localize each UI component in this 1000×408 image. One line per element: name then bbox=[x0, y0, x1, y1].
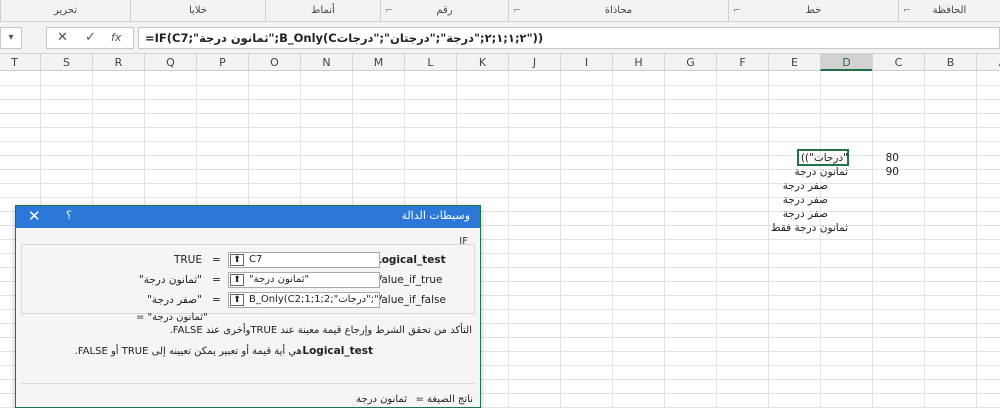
column-header[interactable]: N bbox=[300, 54, 352, 71]
ribbon-group-label: خط bbox=[805, 5, 822, 16]
arg-result: TRUE bbox=[173, 254, 202, 266]
cell-d-text[interactable]: ثمانون درجة فقط bbox=[760, 221, 848, 235]
gridline-horizontal bbox=[0, 85, 1000, 86]
arg-input-logical-test[interactable]: ⬆ C7 bbox=[228, 252, 380, 268]
collapse-up-icon[interactable]: ⬆ bbox=[230, 274, 244, 286]
namebox-dropdown[interactable]: ▾ bbox=[0, 27, 22, 49]
arg-help-label: Logical_test bbox=[302, 345, 373, 357]
column-header[interactable]: B bbox=[924, 54, 976, 71]
formula-input[interactable]: =IF(C7;"ثمانون درجة";B_Only(C٢;١;١;٢;"در… bbox=[138, 27, 1000, 49]
gridline-horizontal bbox=[0, 155, 1000, 156]
ribbon-group-editing: تحرير bbox=[0, 0, 130, 22]
divider bbox=[21, 383, 475, 384]
dialog-launcher-icon[interactable]: ⌐ bbox=[733, 0, 741, 22]
arguments-box: Logical_test ⬆ C7 = TRUE Value_if_true ⬆… bbox=[21, 244, 475, 314]
column-header[interactable]: A bbox=[976, 54, 1000, 71]
ribbon-group-cells: خلايا bbox=[130, 0, 265, 22]
ribbon-group-alignment: ⌐ محاذاة bbox=[508, 0, 728, 22]
ribbon-group-label: خلايا bbox=[189, 5, 207, 16]
gridline-horizontal bbox=[0, 169, 1000, 170]
formula-bar: ▾ ✕ ✓ fx =IF(C7;"ثمانون درجة";B_Only(C٢;… bbox=[0, 22, 1000, 54]
column-header[interactable]: M bbox=[352, 54, 404, 71]
dialog-title: وسيطات الدالة bbox=[401, 209, 470, 222]
equals-sign: = bbox=[212, 274, 221, 286]
insert-function-icon[interactable]: fx bbox=[111, 31, 121, 44]
arg-result: "ثمانون درجة" bbox=[138, 274, 202, 286]
cell-c-value[interactable]: 90 bbox=[853, 165, 899, 179]
formula-result-value: ثمانون درجة bbox=[356, 394, 407, 405]
cell-d-text[interactable]: صفر درجة bbox=[760, 193, 828, 207]
column-header[interactable]: S bbox=[40, 54, 92, 71]
column-header[interactable]: O bbox=[248, 54, 300, 71]
ribbon-group-label: تحرير bbox=[53, 5, 78, 16]
gridline-horizontal bbox=[0, 127, 1000, 128]
column-header[interactable]: E bbox=[768, 54, 820, 71]
dialog-launcher-icon[interactable]: ⌐ bbox=[903, 0, 911, 22]
ribbon-group-label: محاذاة bbox=[604, 5, 633, 16]
ribbon-group-label: الحافظة bbox=[932, 5, 967, 16]
gridline-horizontal bbox=[0, 183, 1000, 184]
column-header[interactable]: P bbox=[196, 54, 248, 71]
arg-help-text: هي أية قيمة أو تعبير يمكن تعيينه إلى TRU… bbox=[74, 346, 302, 357]
gridline-horizontal bbox=[0, 99, 1000, 100]
arg-input-value: "ثمانون درجة" bbox=[249, 274, 310, 285]
formula-result-label: ناتج الصيغة = bbox=[415, 394, 473, 405]
column-header[interactable]: Q bbox=[144, 54, 196, 71]
cell-d-text[interactable]: صفر درجة bbox=[760, 207, 828, 221]
dialog-launcher-icon[interactable]: ⌐ bbox=[385, 0, 393, 22]
column-header[interactable]: C bbox=[872, 54, 924, 71]
arg-input-value: B_Only(C2;1;1;2;"درجتان";"درجات": bbox=[249, 294, 379, 305]
arg-label-logical-test: Logical_test bbox=[375, 254, 446, 266]
ribbon-group-label: رقم bbox=[436, 5, 453, 16]
arg-input-value-if-true[interactable]: ⬆ "ثمانون درجة" bbox=[228, 272, 380, 288]
arg-input-value-if-false[interactable]: ⬆ B_Only(C2;1;1;2;"درجتان";"درجات": bbox=[228, 292, 380, 308]
collapse-up-icon[interactable]: ⬆ bbox=[230, 254, 244, 266]
close-icon[interactable]: ✕ bbox=[28, 207, 41, 225]
ribbon-group-number: ⌐ رقم bbox=[380, 0, 508, 22]
function-arguments-dialog: وسيطات الدالة ؟ ✕ IF Logical_test ⬆ C7 =… bbox=[15, 205, 481, 408]
column-header[interactable]: T bbox=[0, 54, 40, 71]
ribbon-group-label: أنماط bbox=[311, 5, 335, 16]
ribbon-group-font: ⌐ خط bbox=[728, 0, 898, 22]
column-headers: TSRQPONMLKJIHGFEDCBA bbox=[0, 54, 1000, 71]
column-header[interactable]: G bbox=[664, 54, 716, 71]
ribbon-group-labels: تحرير خلايا أنماط ⌐ رقم ⌐ محاذاة ⌐ خط ⌐ … bbox=[0, 0, 1000, 22]
active-cell-border bbox=[797, 149, 849, 166]
column-header[interactable]: J bbox=[508, 54, 560, 71]
enter-icon[interactable]: ✓ bbox=[85, 30, 96, 45]
column-header[interactable]: L bbox=[404, 54, 456, 71]
gridline-horizontal bbox=[0, 197, 1000, 198]
help-icon[interactable]: ؟ bbox=[66, 209, 72, 222]
column-header[interactable]: F bbox=[716, 54, 768, 71]
overall-result: = "ثمانون درجة" bbox=[136, 312, 208, 323]
cancel-icon[interactable]: ✕ bbox=[57, 30, 68, 45]
arg-input-value: C7 bbox=[249, 254, 263, 265]
dialog-launcher-icon[interactable]: ⌐ bbox=[513, 0, 521, 22]
function-description: التأكد من تحقق الشرط وإرجاع قيمة معينة ع… bbox=[169, 325, 472, 336]
arg-label-value-if-true: Value_if_true bbox=[375, 274, 443, 286]
column-header[interactable]: D bbox=[820, 54, 872, 71]
cell-c-value[interactable]: 80 bbox=[853, 151, 899, 165]
equals-sign: = bbox=[212, 294, 221, 306]
ribbon-group-clipboard: ⌐ الحافظة bbox=[898, 0, 1000, 22]
collapse-up-icon[interactable]: ⬆ bbox=[230, 294, 244, 306]
formula-buttons: ✕ ✓ fx bbox=[46, 27, 134, 49]
cell-d-text[interactable]: ثمانون درجة bbox=[760, 165, 848, 179]
cell-d-text[interactable]: صفر درجة bbox=[760, 179, 828, 193]
gridline-horizontal bbox=[0, 141, 1000, 142]
arg-label-value-if-false: Value_if_false bbox=[375, 294, 446, 306]
column-header[interactable]: H bbox=[612, 54, 664, 71]
column-header[interactable]: R bbox=[92, 54, 144, 71]
arg-result: "صفر درجة" bbox=[147, 294, 202, 306]
equals-sign: = bbox=[212, 254, 221, 266]
column-header[interactable]: I bbox=[560, 54, 612, 71]
column-header[interactable]: K bbox=[456, 54, 508, 71]
ribbon-group-styles: أنماط bbox=[265, 0, 380, 22]
gridline-horizontal bbox=[0, 113, 1000, 114]
dialog-title-bar: وسيطات الدالة ؟ ✕ bbox=[16, 206, 480, 228]
